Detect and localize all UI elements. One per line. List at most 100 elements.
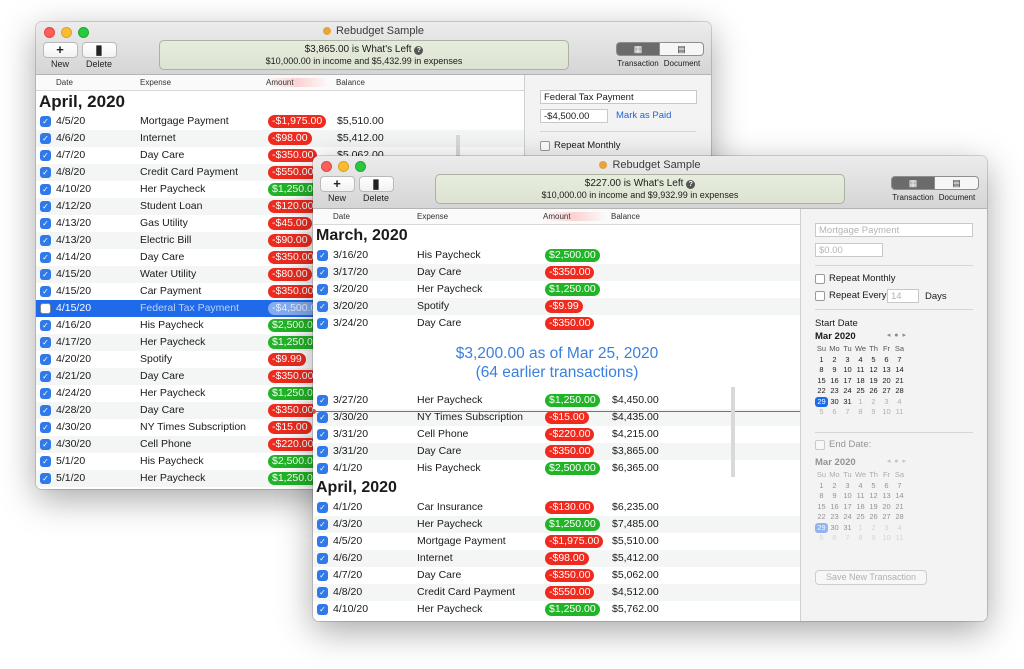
calendar-day[interactable]: 23 bbox=[828, 512, 841, 523]
document-view-button[interactable]: ▤ bbox=[935, 176, 979, 190]
paid-checkbox[interactable]: ✓ bbox=[40, 371, 51, 382]
table-row[interactable]: ✓ 4/6/20 Internet -$98.00 $5,412.00 bbox=[313, 550, 801, 567]
calendar-day[interactable]: 18 bbox=[854, 376, 867, 387]
delete-button[interactable]: ▮ Delete bbox=[79, 42, 119, 69]
paid-checkbox[interactable]: ✓ bbox=[317, 446, 328, 457]
paid-checkbox[interactable]: ✓ bbox=[317, 318, 328, 329]
paid-checkbox[interactable]: ✓ bbox=[40, 133, 51, 144]
calendar-day[interactable]: 26 bbox=[867, 512, 880, 523]
scrollbar[interactable] bbox=[731, 387, 735, 477]
calendar-day[interactable]: 5 bbox=[867, 355, 880, 366]
calendar-nav-icon[interactable]: ◂ ● ▸ bbox=[887, 457, 907, 468]
calendar-day[interactable]: 11 bbox=[854, 365, 867, 376]
end-date-calendar[interactable]: Mar 2020 ◂ ● ▸ Su Mo Tu We Th Fr Sa 1 2 3 4 5 6 7 8 9 10 1… bbox=[815, 457, 907, 544]
calendar-day[interactable]: 27 bbox=[880, 512, 893, 523]
calendar-day[interactable]: 27 bbox=[880, 386, 893, 397]
paid-checkbox[interactable]: ✓ bbox=[317, 536, 328, 547]
calendar-day[interactable]: 23 bbox=[828, 386, 841, 397]
calendar-day[interactable]: 9 bbox=[867, 407, 880, 418]
calendar-day[interactable]: 31 bbox=[841, 397, 854, 408]
table-row[interactable]: ✓ 4/5/20 Mortgage Payment -$1,975.00 $5,510.… bbox=[313, 533, 801, 550]
calendar-day[interactable]: 2 bbox=[828, 481, 841, 492]
paid-checkbox[interactable]: ✓ bbox=[317, 301, 328, 312]
table-row[interactable]: ✓ 3/31/20 Cell Phone -$220.00 $4,215.00 bbox=[313, 426, 801, 443]
calendar-day[interactable]: 5 bbox=[815, 533, 828, 544]
paid-checkbox[interactable]: ✓ bbox=[40, 201, 51, 212]
paid-checkbox[interactable]: ✓ bbox=[40, 235, 51, 246]
calendar-day[interactable]: 2 bbox=[867, 397, 880, 408]
calendar-day[interactable]: 21 bbox=[893, 502, 906, 513]
amount-column-header[interactable]: Amount bbox=[266, 78, 328, 87]
calendar-day[interactable]: 5 bbox=[815, 407, 828, 418]
calendar-day[interactable]: 8 bbox=[815, 491, 828, 502]
table-row[interactable]: ✓ 3/24/20 Day Care -$350.00 bbox=[313, 315, 801, 332]
name-field[interactable]: Federal Tax Payment bbox=[540, 90, 697, 104]
calendar-day[interactable]: 7 bbox=[893, 355, 906, 366]
calendar-day[interactable]: 4 bbox=[893, 397, 906, 408]
paid-checkbox[interactable]: ✓ bbox=[317, 519, 328, 530]
paid-checkbox[interactable]: ✓ bbox=[317, 553, 328, 564]
paid-checkbox[interactable]: ✓ bbox=[40, 150, 51, 161]
table-row[interactable]: ✓ 4/8/20 Credit Card Payment -$550.00 $4,512… bbox=[313, 584, 801, 601]
calendar-day[interactable]: 7 bbox=[841, 407, 854, 418]
calendar-nav-icon[interactable]: ◂ ● ▸ bbox=[887, 331, 907, 342]
expense-column-header[interactable]: Expense bbox=[140, 78, 171, 87]
table-row[interactable]: ✓ 4/3/20 Her Paycheck $1,250.00 $7,485.00 bbox=[313, 516, 801, 533]
calendar-day[interactable]: 28 bbox=[893, 386, 906, 397]
paid-checkbox[interactable]: ✓ bbox=[40, 286, 51, 297]
paid-checkbox[interactable]: ✓ bbox=[40, 218, 51, 229]
calendar-day[interactable]: 8 bbox=[854, 533, 867, 544]
calendar-day[interactable]: 25 bbox=[854, 512, 867, 523]
paid-checkbox[interactable]: ✓ bbox=[40, 405, 51, 416]
paid-checkbox[interactable]: ✓ bbox=[40, 252, 51, 263]
calendar-day[interactable]: 12 bbox=[867, 491, 880, 502]
calendar-day[interactable]: 17 bbox=[841, 502, 854, 513]
paid-checkbox[interactable]: ✓ bbox=[317, 587, 328, 598]
calendar-day[interactable]: 19 bbox=[867, 376, 880, 387]
repeat-monthly-checkbox[interactable]: Repeat Monthly bbox=[540, 140, 621, 151]
calendar-day[interactable]: 3 bbox=[880, 523, 893, 534]
transaction-view-button[interactable]: ▦ bbox=[616, 42, 660, 56]
date-column-header[interactable]: Date bbox=[56, 78, 73, 87]
calendar-day[interactable]: 18 bbox=[854, 502, 867, 513]
calendar-day[interactable]: 25 bbox=[854, 386, 867, 397]
calendar-day[interactable]: 9 bbox=[867, 533, 880, 544]
paid-checkbox[interactable]: ✓ bbox=[317, 429, 328, 440]
amount-field[interactable]: -$4,500.00 bbox=[540, 109, 608, 123]
repeat-monthly-checkbox[interactable]: Repeat Monthly bbox=[815, 273, 896, 284]
paid-checkbox[interactable]: ✓ bbox=[40, 439, 51, 450]
calendar-day[interactable]: 4 bbox=[854, 355, 867, 366]
paid-checkbox[interactable]: ✓ bbox=[40, 422, 51, 433]
paid-checkbox[interactable]: ✓ bbox=[317, 502, 328, 513]
paid-checkbox[interactable]: ✓ bbox=[317, 395, 328, 406]
calendar-day[interactable]: 6 bbox=[880, 355, 893, 366]
calendar-day[interactable]: 11 bbox=[893, 533, 906, 544]
calendar-day[interactable]: 10 bbox=[880, 533, 893, 544]
calendar-day[interactable]: 28 bbox=[893, 512, 906, 523]
paid-checkbox[interactable]: ✓ bbox=[40, 167, 51, 178]
mark-as-paid-link[interactable]: Mark as Paid bbox=[616, 110, 671, 121]
calendar-day[interactable]: 10 bbox=[841, 491, 854, 502]
calendar-day[interactable]: 21 bbox=[893, 376, 906, 387]
new-button[interactable]: + New bbox=[317, 176, 357, 203]
calendar-day[interactable]: 14 bbox=[893, 491, 906, 502]
help-icon[interactable]: ? bbox=[414, 46, 424, 55]
paid-checkbox[interactable]: ✓ bbox=[40, 456, 51, 467]
help-icon[interactable]: ? bbox=[686, 180, 696, 189]
paid-checkbox[interactable]: ✓ bbox=[317, 284, 328, 295]
calendar-day[interactable]: 6 bbox=[880, 481, 893, 492]
paid-checkbox[interactable]: ✓ bbox=[317, 604, 328, 615]
balance-column-header[interactable]: Balance bbox=[336, 78, 365, 87]
calendar-day[interactable]: 9 bbox=[828, 365, 841, 376]
calendar-day[interactable]: 24 bbox=[841, 512, 854, 523]
calendar-day[interactable]: 13 bbox=[880, 491, 893, 502]
repeat-every-checkbox[interactable]: Repeat Every bbox=[815, 290, 887, 301]
calendar-day[interactable]: 1 bbox=[854, 523, 867, 534]
calendar-day[interactable]: 31 bbox=[841, 523, 854, 534]
repeat-interval-field[interactable]: 14 bbox=[887, 289, 919, 303]
document-view-button[interactable]: ▤ bbox=[660, 42, 704, 56]
paid-checkbox[interactable]: ✓ bbox=[40, 269, 51, 280]
new-button[interactable]: + New bbox=[40, 42, 80, 69]
paid-checkbox[interactable] bbox=[40, 303, 51, 314]
calendar-day[interactable]: 16 bbox=[828, 502, 841, 513]
